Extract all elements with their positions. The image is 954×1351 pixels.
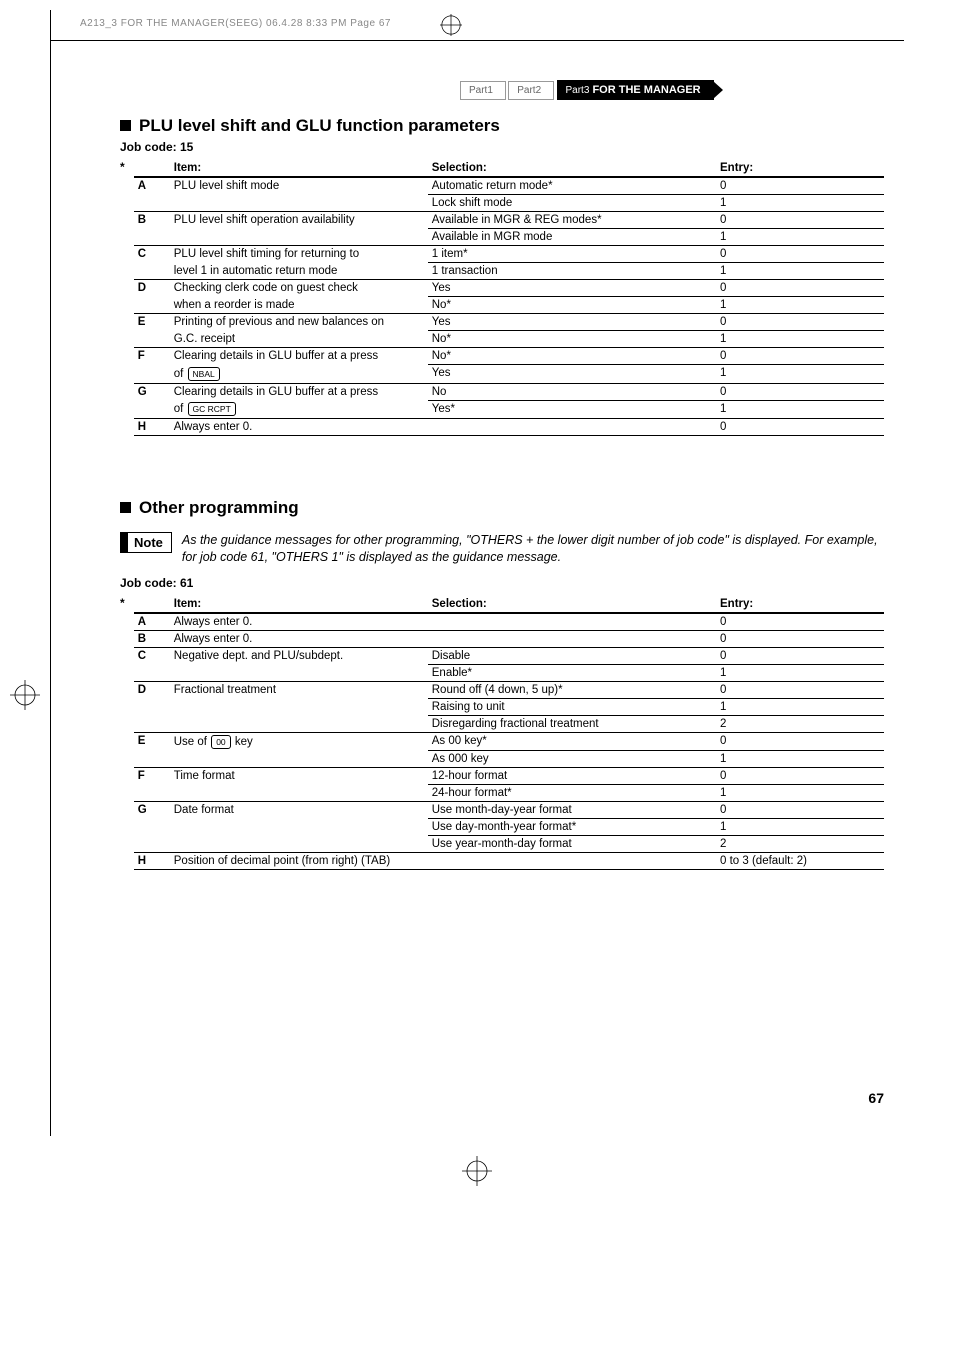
table-header-blank <box>134 596 170 613</box>
table-row: BAlways enter 0.0 <box>134 630 884 647</box>
section1-job-code: Job code: 15 <box>120 140 884 154</box>
table-header-item: Item: <box>170 160 428 177</box>
breadcrumb-part3: Part3 FOR THE MANAGER <box>557 80 714 100</box>
breadcrumb: Part1 Part2 Part3 FOR THE MANAGER <box>460 80 884 100</box>
header-line: A213_3 FOR THE MANAGER(SEEG) 06.4.28 8:3… <box>80 18 391 29</box>
table-row: As 000 key1 <box>134 751 884 768</box>
note-box: Note As the guidance messages for other … <box>120 532 884 566</box>
table-row: Enable*1 <box>134 664 884 681</box>
table-row: FTime format12-hour format0 <box>134 768 884 785</box>
table-row: APLU level shift modeAutomatic return mo… <box>134 177 884 195</box>
table-header-blank <box>134 160 170 177</box>
section2-table: Item: Selection: Entry: AAlways enter 0.… <box>134 596 884 871</box>
table-row: Available in MGR mode1 <box>134 229 884 246</box>
page-number: 67 <box>120 1090 884 1106</box>
table-row: DFractional treatmentRound off (4 down, … <box>134 681 884 698</box>
table-row: EUse of 00 keyAs 00 key*0 <box>134 732 884 751</box>
table-row: DChecking clerk code on guest checkYes0 <box>134 280 884 297</box>
table-row: Use day-month-year format*1 <box>134 819 884 836</box>
table-row: G.C. receiptNo*1 <box>134 331 884 348</box>
table-header-selection: Selection: <box>428 160 716 177</box>
note-label: Note <box>120 532 172 553</box>
table-row: of GC RCPTYes*1 <box>134 400 884 419</box>
table-row: EPrinting of previous and new balances o… <box>134 314 884 331</box>
crop-mark-icon <box>0 1156 954 1189</box>
section1-title: PLU level shift and GLU function paramet… <box>120 116 884 136</box>
table-row: of NBALYes1 <box>134 365 884 384</box>
square-bullet-icon <box>120 120 131 131</box>
note-text: As the guidance messages for other progr… <box>182 532 884 566</box>
square-bullet-icon <box>120 502 131 513</box>
breadcrumb-part1: Part1 <box>460 81 506 100</box>
breadcrumb-part3-label: FOR THE MANAGER <box>589 84 700 96</box>
section1-title-text: PLU level shift and GLU function paramet… <box>139 116 500 135</box>
star-marker: * <box>120 160 134 436</box>
section1-table: Item: Selection: Entry: APLU level shift… <box>134 160 884 436</box>
table-header-entry: Entry: <box>716 596 884 613</box>
table-row: when a reorder is madeNo*1 <box>134 297 884 314</box>
table-row: CPLU level shift timing for returning to… <box>134 246 884 263</box>
section2-job-code: Job code: 61 <box>120 576 884 590</box>
table-header-item: Item: <box>170 596 428 613</box>
breadcrumb-part3-prefix: Part3 <box>566 85 590 96</box>
table-header-selection: Selection: <box>428 596 716 613</box>
table-row: HAlways enter 0.0 <box>134 419 884 436</box>
top-rule <box>50 40 904 41</box>
table-row: FClearing details in GLU buffer at a pre… <box>134 348 884 365</box>
table-row: HPosition of decimal point (from right) … <box>134 853 884 870</box>
section2-title-text: Other programming <box>139 498 299 517</box>
table-header-entry: Entry: <box>716 160 884 177</box>
chevron-right-icon <box>713 81 723 99</box>
breadcrumb-part2: Part2 <box>508 81 554 100</box>
table-row: Lock shift mode1 <box>134 195 884 212</box>
table-row: level 1 in automatic return mode1 transa… <box>134 263 884 280</box>
table-row: CNegative dept. and PLU/subdept.Disable0 <box>134 647 884 664</box>
registration-mark-icon <box>440 14 462 36</box>
table-row: Disregarding fractional treatment2 <box>134 715 884 732</box>
table-row: GClearing details in GLU buffer at a pre… <box>134 383 884 400</box>
star-marker: * <box>120 596 134 871</box>
section2-title: Other programming <box>120 498 884 518</box>
table-row: GDate formatUse month-day-year format0 <box>134 802 884 819</box>
table-row: BPLU level shift operation availabilityA… <box>134 212 884 229</box>
table-row: AAlways enter 0.0 <box>134 613 884 631</box>
side-rule <box>50 10 51 1136</box>
crop-mark-icon <box>10 680 40 710</box>
table-row: 24-hour format*1 <box>134 785 884 802</box>
table-row: Use year-month-day format2 <box>134 836 884 853</box>
table-row: Raising to unit1 <box>134 698 884 715</box>
